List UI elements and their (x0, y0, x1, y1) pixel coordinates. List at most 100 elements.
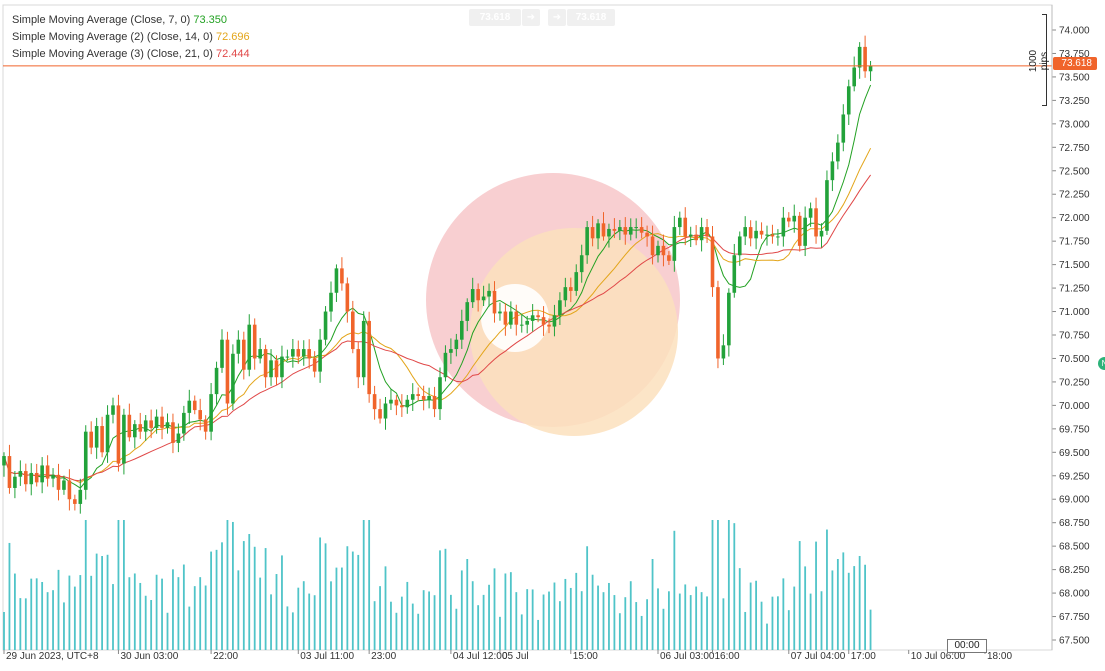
x-tick-label: 16:00 (715, 651, 740, 662)
volume-bar (711, 520, 714, 650)
candle-body (242, 339, 246, 370)
legend-sma-7-value: 73.350 (193, 14, 227, 26)
volume-bar (755, 580, 757, 650)
candle-body (460, 320, 464, 340)
volume-bar (488, 584, 490, 650)
volume-bar (760, 601, 763, 650)
volume-bar (14, 573, 16, 650)
bid-box[interactable]: 73.618 (469, 9, 521, 26)
volume-bar (357, 554, 360, 650)
sell-arrow-icon[interactable]: ➜ (522, 9, 540, 26)
candle-body (231, 353, 235, 404)
candle-body (432, 396, 437, 410)
volume-bar (144, 595, 147, 650)
volume-bar (259, 577, 262, 650)
volume-bar (717, 520, 719, 650)
volume-bar (771, 596, 774, 650)
candle-body (601, 223, 606, 237)
volume-bar (411, 603, 414, 650)
volume-bar (199, 577, 202, 650)
volume-bar (657, 588, 659, 650)
candle-body (868, 65, 873, 72)
candle-body (514, 311, 519, 325)
candle-body (138, 424, 143, 432)
volume-bar (291, 612, 294, 650)
candle-body (24, 471, 28, 485)
volume-bar (335, 567, 338, 650)
volume-bar (84, 520, 87, 650)
volume-bar (564, 578, 567, 650)
candle-body (323, 311, 328, 340)
volume-bar (172, 569, 174, 650)
y-tick-label: 69.250 (1059, 471, 1090, 482)
candle-body (274, 360, 279, 378)
candle-body (176, 433, 181, 443)
candle-body (7, 456, 12, 488)
volume-bar (749, 582, 752, 650)
y-tick-label: 68.750 (1059, 518, 1090, 529)
candle-body (454, 339, 459, 350)
volume-bar (662, 608, 665, 650)
volume-bar (68, 575, 71, 650)
candle-body (678, 217, 682, 228)
candle-body (792, 215, 797, 222)
volume-bar (63, 602, 65, 650)
volume-bar (842, 552, 845, 650)
legend-sma-7-label: Simple Moving Average (Close, 7, 0) (12, 14, 191, 26)
volume-bar (613, 595, 616, 650)
candle-body (89, 431, 93, 448)
volume-bar (204, 585, 207, 650)
y-tick-label: 69.500 (1059, 448, 1090, 459)
volume-bar (439, 550, 441, 650)
candle-body (78, 489, 83, 504)
candle-body (187, 400, 192, 413)
volume-bar (351, 551, 354, 650)
candle-body (487, 290, 491, 297)
candle-body (40, 465, 44, 483)
candle-body (209, 394, 213, 432)
candle-body (716, 287, 720, 359)
ask-box[interactable]: 73.618 (567, 9, 615, 26)
volume-bar (466, 559, 469, 650)
candle-body (18, 471, 23, 477)
volume-bar (390, 601, 392, 650)
legend-sma-21-label: Simple Moving Average (3) (Close, 21, 0) (12, 48, 213, 60)
pips-label: 1000 pips (1028, 49, 1050, 73)
volume-bar (815, 541, 817, 650)
y-tick-label: 71.750 (1059, 237, 1090, 248)
candle-body (530, 315, 535, 321)
pips-ruler: 1000 pips (1028, 14, 1050, 106)
candle-body (732, 255, 737, 293)
candle-body (639, 227, 644, 233)
volume-bar (548, 591, 550, 650)
candle-body (127, 414, 132, 438)
y-tick-label: 68.500 (1059, 542, 1090, 553)
volume-bar (520, 614, 523, 650)
legend-sma-21[interactable]: Simple Moving Average (3) (Close, 21, 0)… (12, 46, 250, 63)
candle-body (656, 245, 660, 256)
candle-body (694, 234, 698, 241)
legend-sma-7[interactable]: Simple Moving Average (Close, 7, 0) 73.35… (12, 12, 250, 29)
candle-body (574, 272, 579, 291)
volume-bar (820, 591, 823, 650)
volume-bar (406, 581, 409, 650)
candle-body (846, 86, 851, 115)
y-tick-label: 70.500 (1059, 354, 1090, 365)
x-tick-label: 06 Jul 03:00 (660, 651, 715, 662)
news-badge-icon[interactable]: N (1098, 357, 1105, 370)
candle-body (748, 227, 753, 239)
volume-bar (330, 581, 332, 650)
indicator-legend: Simple Moving Average (Close, 7, 0) 73.35… (12, 12, 250, 63)
volume-bar (450, 594, 452, 650)
x-axis: 29 Jun 2023, UTC+8 30 Jun 03:00 22:00 03 Ju… (3, 650, 1012, 662)
legend-sma-14[interactable]: Simple Moving Average (2) (Close, 14, 0)… (12, 29, 250, 46)
x-tick-label: 22:00 (213, 651, 238, 662)
buy-arrow-icon[interactable]: ➜ (548, 9, 566, 26)
candle-body (334, 268, 339, 293)
candle-body (547, 324, 551, 327)
price-chart[interactable]: 74.00073.75073.50073.25073.00072.75072.5… (0, 0, 1105, 666)
volume-bar (504, 573, 507, 650)
candle-body (182, 412, 186, 434)
chart-area[interactable]: 74.000 73.750 73.500 73.250 73.000 72.750 72.5… (0, 0, 1105, 666)
candle-body (2, 456, 6, 466)
